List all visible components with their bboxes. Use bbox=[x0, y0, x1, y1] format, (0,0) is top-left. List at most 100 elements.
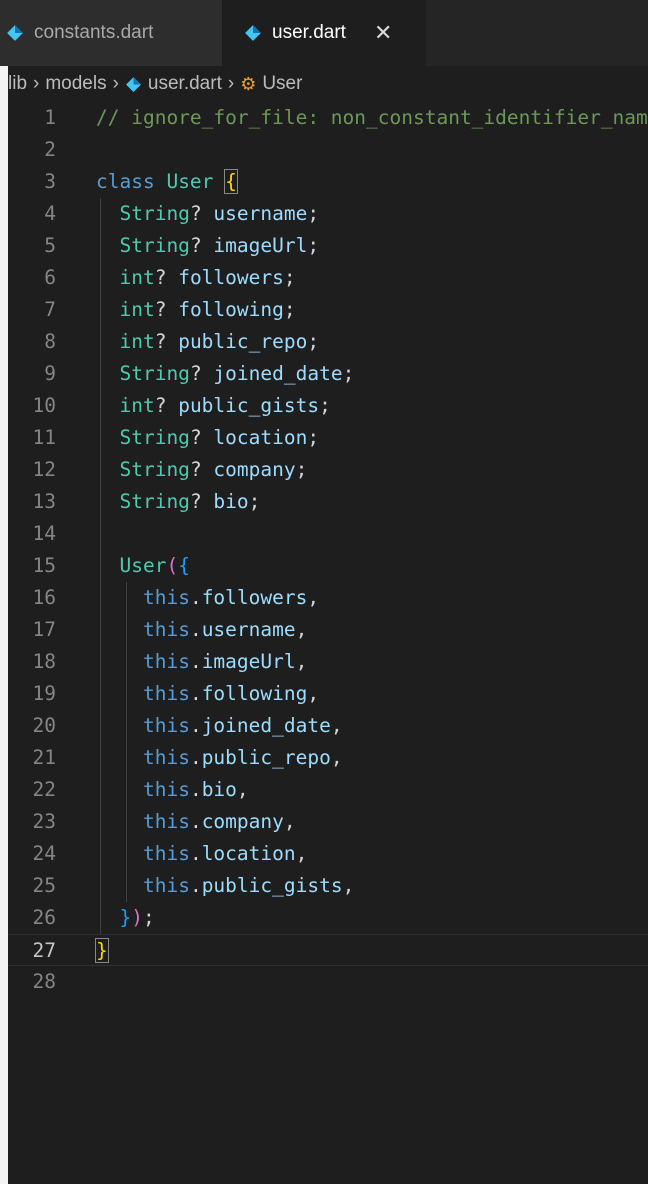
code-line[interactable]: 12 String? company; bbox=[8, 454, 648, 486]
code-token: bio bbox=[213, 490, 249, 513]
breadcrumb-item-symbol[interactable]: User bbox=[262, 73, 302, 95]
code-token: ? bbox=[154, 298, 179, 321]
code-line[interactable]: 17 this.username, bbox=[8, 614, 648, 646]
line-number: 27 bbox=[32, 939, 56, 962]
code-token: User bbox=[166, 170, 214, 193]
code-line[interactable]: 2 bbox=[8, 134, 648, 166]
code-line[interactable]: 16 this.followers, bbox=[8, 582, 648, 614]
code-editor[interactable]: 1 // ignore_for_file: non_constant_identi… bbox=[8, 102, 648, 1184]
chevron-right-icon: › bbox=[112, 73, 119, 94]
code-line[interactable]: 22 this.bio, bbox=[8, 774, 648, 806]
chevron-right-icon: › bbox=[33, 73, 40, 94]
close-icon[interactable]: ✕ bbox=[374, 22, 392, 44]
line-number: 16 bbox=[32, 586, 56, 609]
code-line[interactable]: 15 User({ bbox=[8, 550, 648, 582]
line-number: 7 bbox=[44, 298, 56, 321]
breadcrumb: lib › models › user.dart › ⚙ User bbox=[8, 66, 648, 102]
code-token: this bbox=[142, 810, 190, 833]
code-token: imageUrl bbox=[213, 234, 308, 257]
code-text: String? company; bbox=[96, 454, 307, 486]
tab-label: user.dart bbox=[272, 22, 346, 43]
breadcrumb-item-file[interactable]: user.dart bbox=[148, 73, 222, 95]
line-number: 15 bbox=[32, 554, 56, 577]
code-line[interactable]: 1 // ignore_for_file: non_constant_identi… bbox=[8, 102, 648, 134]
line-number: 23 bbox=[32, 810, 56, 833]
line-number: 9 bbox=[44, 362, 56, 385]
code-token: this bbox=[142, 842, 190, 865]
code-token: int bbox=[119, 394, 155, 417]
editor-tab-bar: constants.dart user.dart ✕ bbox=[0, 0, 648, 66]
tab-user-dart[interactable]: user.dart ✕ bbox=[222, 0, 426, 66]
code-line[interactable]: 7 int? following; bbox=[8, 294, 648, 326]
code-line[interactable]: 26 }); bbox=[8, 902, 648, 934]
code-line[interactable]: 27} bbox=[8, 934, 648, 966]
line-number: 20 bbox=[32, 714, 56, 737]
code-token: { bbox=[178, 554, 190, 577]
code-line[interactable]: 18 this.imageUrl, bbox=[8, 646, 648, 678]
tab-constants-dart[interactable]: constants.dart bbox=[0, 0, 222, 66]
line-number: 13 bbox=[32, 490, 56, 513]
code-token: . bbox=[189, 842, 202, 865]
code-line[interactable]: 23 this.company, bbox=[8, 806, 648, 838]
window-left-edge bbox=[0, 0, 8, 1184]
breadcrumb-item-models[interactable]: models bbox=[45, 73, 106, 95]
code-line[interactable]: 24 this.location, bbox=[8, 838, 648, 870]
code-token: public_repo bbox=[178, 330, 308, 353]
code-token: { bbox=[224, 169, 238, 194]
code-line[interactable]: 6 int? followers; bbox=[8, 262, 648, 294]
code-line[interactable]: 19 this.following, bbox=[8, 678, 648, 710]
code-text: this.username, bbox=[96, 614, 307, 646]
code-line[interactable]: 14 bbox=[8, 518, 648, 550]
line-number: 8 bbox=[44, 330, 56, 353]
code-token: ( bbox=[166, 554, 179, 577]
line-number: 11 bbox=[32, 426, 56, 449]
code-token: ; bbox=[283, 266, 296, 289]
line-number: 24 bbox=[32, 842, 56, 865]
breadcrumb-item-lib[interactable]: lib bbox=[8, 73, 27, 95]
line-number: 21 bbox=[32, 746, 56, 769]
code-token: . bbox=[189, 682, 202, 705]
code-token: User bbox=[119, 554, 167, 577]
code-line[interactable]: 8 int? public_repo; bbox=[8, 326, 648, 358]
code-line[interactable]: 4 String? username; bbox=[8, 198, 648, 230]
code-line[interactable]: 3 class User { bbox=[8, 166, 648, 198]
code-token: location bbox=[213, 426, 308, 449]
code-token: String bbox=[119, 458, 190, 481]
code-line[interactable]: 5 String? imageUrl; bbox=[8, 230, 648, 262]
code-line[interactable]: 25 this.public_gists, bbox=[8, 870, 648, 902]
code-line[interactable]: 28 bbox=[8, 966, 648, 998]
code-line[interactable]: 11 String? location; bbox=[8, 422, 648, 454]
code-line[interactable]: 9 String? joined_date; bbox=[8, 358, 648, 390]
line-number: 28 bbox=[32, 970, 56, 993]
code-token: int bbox=[119, 266, 155, 289]
code-token: joined_date bbox=[213, 362, 343, 385]
code-token: ? bbox=[189, 202, 214, 225]
code-token: this bbox=[142, 650, 190, 673]
code-token: ? bbox=[154, 330, 179, 353]
class-symbol-icon: ⚙ bbox=[240, 73, 257, 94]
code-token: following bbox=[178, 298, 284, 321]
code-token: } bbox=[95, 938, 109, 963]
code-text: String? username; bbox=[96, 198, 319, 230]
code-text: this.bio, bbox=[96, 774, 249, 806]
code-text: this.followers, bbox=[96, 582, 319, 614]
code-token: , bbox=[307, 586, 320, 609]
code-text: }); bbox=[96, 902, 154, 934]
code-line[interactable]: 13 String? bio; bbox=[8, 486, 648, 518]
code-text: User({ bbox=[96, 550, 190, 582]
code-token: public_gists bbox=[201, 874, 343, 897]
code-token: this bbox=[142, 682, 190, 705]
code-line[interactable]: 10 int? public_gists; bbox=[8, 390, 648, 422]
line-number: 25 bbox=[32, 874, 56, 897]
code-line[interactable]: 21 this.public_repo, bbox=[8, 742, 648, 774]
code-line[interactable]: 20 this.joined_date, bbox=[8, 710, 648, 742]
line-number: 6 bbox=[44, 266, 56, 289]
code-text: String? location; bbox=[96, 422, 319, 454]
